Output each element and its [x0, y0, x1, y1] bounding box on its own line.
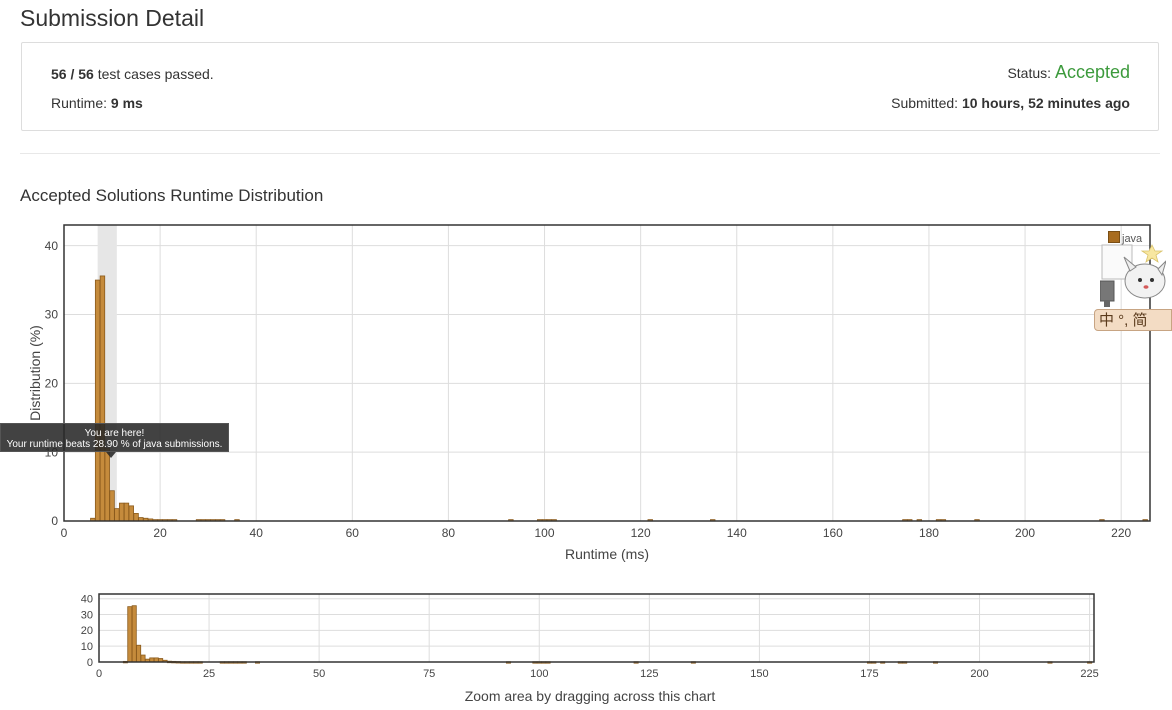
x-tick-label: 160 — [823, 526, 843, 540]
mascot-image — [1100, 244, 1166, 307]
status-text: Status: Accepted — [1007, 63, 1130, 82]
distribution-bar[interactable] — [118, 502, 125, 522]
x-tick-label: 75 — [423, 668, 435, 680]
y-axis-title: Distribution (%) — [27, 325, 43, 421]
y-tick-label: 0 — [51, 514, 58, 528]
distribution-bar[interactable] — [133, 513, 139, 522]
x-tick-label: 200 — [970, 668, 988, 680]
submitted-text: Submitted: 10 hours, 52 minutes ago — [891, 94, 1130, 112]
cases-passed-suffix: test cases passed. — [97, 66, 214, 82]
x-tick-label: 100 — [530, 668, 548, 680]
x-tick-label: 80 — [442, 526, 456, 540]
tooltip-title: You are here! — [84, 428, 145, 439]
y-tick-label: 30 — [81, 609, 93, 621]
x-tick-label: 175 — [860, 668, 878, 680]
x-tick-label: 150 — [750, 668, 768, 680]
y-tick-label: 40 — [45, 239, 59, 253]
x-tick-label: 180 — [919, 526, 939, 540]
distribution-bar[interactable] — [104, 447, 110, 522]
x-tick-label: 40 — [250, 526, 264, 540]
test-cases-text: 56 / 56 test cases passed. — [51, 65, 214, 83]
x-tick-label: 60 — [346, 526, 360, 540]
x-tick-label: 200 — [1015, 526, 1035, 540]
y-tick-label: 10 — [81, 641, 93, 653]
x-tick-label: 0 — [61, 526, 68, 540]
section-divider — [20, 153, 1160, 154]
distribution-bar[interactable] — [140, 654, 146, 663]
navigator-chart[interactable]: 0 25 50 75 100 125 150 175 200 225 0 10 20 30 40 Zoom a… — [0, 585, 1172, 710]
cases-passed-count: 56 / 56 — [51, 66, 94, 82]
x-axis-title: Runtime (ms) — [565, 546, 649, 562]
plot-frame — [63, 224, 1151, 522]
y-tick-label: 40 — [81, 594, 93, 606]
status-label: Status: — [1007, 65, 1052, 81]
runtime-label: Runtime: — [51, 95, 108, 111]
navigator-caption: Zoom area by dragging across this chart — [465, 688, 716, 704]
y-tick-label: 20 — [45, 377, 59, 391]
distribution-bar[interactable] — [109, 490, 115, 522]
runtime-distribution-chart[interactable]: 0 20 40 60 80 100 120 140 160 180 200 220010203040R… — [0, 215, 1172, 570]
y-tick-label: 20 — [81, 625, 93, 637]
tooltip-arrow — [106, 452, 116, 458]
x-tick-label: 220 — [1111, 526, 1131, 540]
x-tick-label: 100 — [535, 526, 555, 540]
distribution-bar[interactable] — [127, 606, 133, 663]
x-tick-label: 50 — [313, 668, 325, 680]
submitted-value: 10 hours, 52 minutes ago — [961, 95, 1130, 111]
y-tick-label: 30 — [45, 308, 59, 322]
plot-frame — [98, 593, 1095, 663]
distribution-bar[interactable] — [131, 605, 137, 663]
runtime-text: Runtime: 9 ms — [51, 94, 143, 112]
status-badge[interactable]: Accepted — [1055, 62, 1130, 82]
x-tick-label: 25 — [203, 668, 215, 680]
distribution-bar[interactable] — [136, 644, 142, 663]
distribution-bar[interactable] — [114, 508, 120, 522]
x-tick-label: 20 — [153, 526, 167, 540]
runtime-value: 9 ms — [110, 95, 143, 111]
x-tick-label: 120 — [631, 526, 651, 540]
y-tick-label: 0 — [87, 657, 93, 669]
legend-swatch — [1108, 231, 1120, 243]
section-title: Accepted Solutions Runtime Distribution — [20, 186, 324, 205]
distribution-bar[interactable] — [128, 505, 134, 522]
tooltip-description: Your runtime beats 28.90 % of java submi… — [6, 439, 223, 450]
submitted-label: Submitted: — [891, 95, 959, 111]
distribution-bar[interactable] — [99, 275, 106, 522]
runtime-tooltip: You are here! Your runtime beats 28.90 %… — [0, 423, 229, 452]
x-tick-label: 225 — [1080, 668, 1098, 680]
x-tick-label: 125 — [640, 668, 658, 680]
x-tick-label: 0 — [96, 668, 102, 680]
submission-summary-panel: 56 / 56 test cases passed. Runtime: 9 ms… — [21, 42, 1159, 131]
x-tick-label: 140 — [727, 526, 747, 540]
ime-toolbar[interactable]: 中 °, 简 — [1094, 309, 1172, 331]
distribution-bar[interactable] — [94, 279, 101, 522]
distribution-bar[interactable] — [123, 502, 130, 522]
page-title: Submission Detail — [20, 5, 205, 31]
